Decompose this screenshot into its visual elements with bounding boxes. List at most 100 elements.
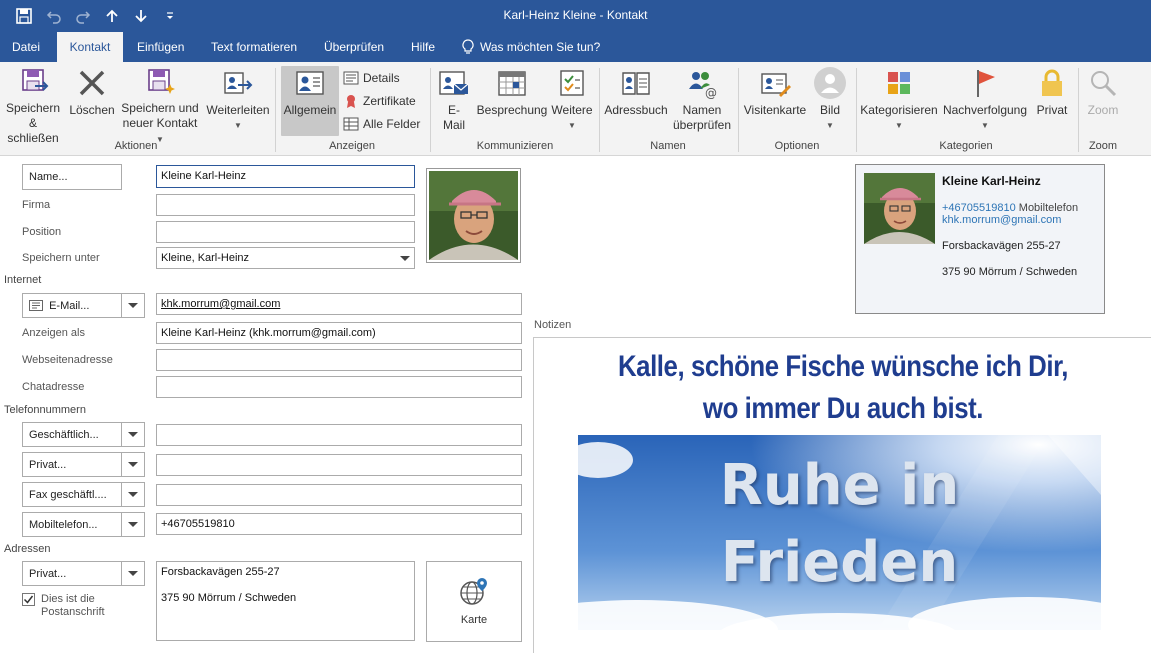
address-field[interactable]: Forsbackavägen 255-27 375 90 Mörrum / Sc… — [156, 561, 415, 641]
save-new-icon — [143, 66, 177, 98]
zoom-label: Zoom — [1087, 103, 1119, 117]
card-email[interactable]: khk.morrum@gmail.com — [942, 214, 1061, 226]
group-separator — [1078, 68, 1079, 152]
view-all-fields-button[interactable]: Alle Felder — [343, 114, 420, 134]
tab-text-formatieren[interactable]: Text formatieren — [201, 32, 307, 62]
company-label: Firma — [22, 199, 51, 211]
address-book-button[interactable]: Adressbuch — [603, 66, 669, 138]
address-type-dropdown[interactable] — [121, 561, 145, 586]
lightbulb-icon — [462, 39, 474, 55]
phone-private-button[interactable]: Privat... — [22, 452, 122, 477]
email-button[interactable]: E- Mail — [436, 66, 472, 138]
more-communicate-button[interactable]: Weitere ▼ — [549, 66, 595, 138]
phone-private-field[interactable] — [156, 454, 522, 476]
followup-button[interactable]: Nachverfolgung ▼ — [940, 66, 1030, 138]
notes-area[interactable]: Kalle, schöne Fische wünsche ich Dir, wo… — [533, 337, 1151, 653]
file-as-value: Kleine, Karl-Heinz — [161, 252, 250, 264]
meeting-label: Besprechung — [476, 103, 548, 117]
categorize-caret-icon: ▼ — [895, 121, 903, 130]
fax-business-field[interactable] — [156, 484, 522, 506]
display-as-label: Anzeigen als — [22, 327, 85, 339]
contact-card-icon — [293, 66, 327, 100]
more-communicate-caret-icon: ▼ — [568, 121, 576, 130]
forward-button[interactable]: Weiterleiten ▼ — [204, 66, 272, 138]
tab-datei[interactable]: Datei — [2, 32, 50, 62]
phone-business-button[interactable]: Geschäftlich... — [22, 422, 122, 447]
map-button[interactable]: Karte — [426, 561, 522, 642]
rip-sky-image[interactable]: Ruhe in Frieden — [578, 435, 1101, 630]
mobile-phone-button[interactable]: Mobiltelefon... — [22, 512, 122, 537]
file-as-select[interactable]: Kleine, Karl-Heinz — [156, 247, 415, 269]
business-card-preview[interactable]: Kleine Karl-Heinz +46705519810 Mobiltele… — [855, 164, 1105, 314]
display-as-field[interactable]: Kleine Karl-Heinz (khk.morrum@gmail.com) — [156, 322, 522, 344]
postal-address-checkbox[interactable] — [22, 593, 35, 606]
fax-business-button[interactable]: Fax geschäftl.... — [22, 482, 122, 507]
postal-address-label-line-2: Postanschrift — [41, 606, 105, 618]
email-type-dropdown[interactable] — [121, 293, 145, 318]
save-close-button[interactable]: Speichern & schließen — [2, 66, 64, 145]
chevron-down-icon — [128, 303, 138, 308]
chat-address-label: Chatadresse — [22, 381, 85, 393]
private-button[interactable]: Privat — [1032, 66, 1072, 138]
position-field[interactable] — [156, 221, 415, 243]
card-phone-row: +46705519810 Mobiltelefon — [942, 202, 1078, 214]
flag-icon — [968, 66, 1002, 100]
view-general-button[interactable]: Allgemein — [281, 66, 339, 136]
view-certificates-button[interactable]: Zertifikate — [343, 91, 416, 111]
tab-ueberpruefen[interactable]: Überprüfen — [314, 32, 394, 62]
contact-photo[interactable] — [426, 168, 521, 263]
tab-kontakt[interactable]: Kontakt — [57, 32, 123, 62]
address-type-button[interactable]: Privat... — [22, 561, 122, 586]
tell-me-search[interactable]: Was möchten Sie tun? — [452, 32, 610, 62]
zoom-button[interactable]: Zoom — [1082, 66, 1124, 138]
phone-business-dropdown[interactable] — [121, 422, 145, 447]
group-label-namen: Namen — [650, 140, 686, 152]
save-close-icon — [16, 66, 50, 98]
view-details-button[interactable]: Details — [343, 68, 400, 88]
full-name-field[interactable]: Kleine Karl-Heinz — [156, 165, 415, 188]
chevron-down-icon — [128, 522, 138, 527]
notes-label: Notizen — [534, 319, 572, 331]
web-address-field[interactable] — [156, 349, 522, 371]
card-phone-type: Mobiltelefon — [1018, 202, 1079, 214]
map-label: Karte — [460, 614, 488, 626]
fax-business-dropdown[interactable] — [121, 482, 145, 507]
delete-button[interactable]: Löschen — [68, 66, 116, 138]
chevron-down-icon — [128, 571, 138, 576]
mobile-phone-field[interactable]: +46705519810 — [156, 513, 522, 535]
picture-button[interactable]: Bild ▼ — [810, 66, 850, 138]
phone-business-field[interactable] — [156, 424, 522, 446]
card-phone[interactable]: +46705519810 — [942, 202, 1016, 214]
check-names-label-1: Namen — [682, 103, 722, 117]
forward-label: Weiterleiten — [206, 103, 270, 117]
meeting-button[interactable]: Besprechung — [475, 66, 549, 138]
save-new-button[interactable]: Speichern und neuer Kontakt ▼ — [118, 66, 202, 144]
email-field[interactable]: khk.morrum@gmail.com — [156, 293, 522, 315]
card-name: Kleine Karl-Heinz — [942, 174, 1041, 188]
private-label: Privat — [1036, 103, 1068, 117]
group-label-kommunizieren: Kommunizieren — [476, 140, 554, 152]
file-as-label: Speichern unter — [22, 252, 100, 264]
delete-label: Löschen — [69, 103, 115, 117]
details-label: Details — [363, 71, 400, 85]
email-icon — [437, 66, 471, 100]
email-label-2: Mail — [442, 118, 465, 132]
check-names-button[interactable]: @ Namen überprüfen — [670, 66, 734, 138]
mobile-phone-dropdown[interactable] — [121, 512, 145, 537]
checkmark-icon — [23, 595, 34, 604]
business-card-button[interactable]: Visitenkarte — [742, 66, 808, 138]
picture-label: Bild — [819, 103, 840, 117]
categorize-button[interactable]: Kategorisieren ▼ — [860, 66, 938, 138]
title-bar: Karl-Heinz Kleine - Kontakt — [0, 0, 1151, 32]
company-field[interactable] — [156, 194, 415, 216]
full-name-button[interactable]: Name... — [22, 164, 122, 190]
email-type-button[interactable]: E-Mail... — [22, 293, 122, 318]
certificates-label: Zertifikate — [363, 94, 416, 108]
chevron-down-icon — [128, 492, 138, 497]
tab-hilfe[interactable]: Hilfe — [401, 32, 445, 62]
ribbon: Speichern & schließen Löschen Speichern … — [0, 62, 1151, 156]
tab-einfuegen[interactable]: Einfügen — [127, 32, 194, 62]
chat-address-field[interactable] — [156, 376, 522, 398]
save-new-label-1: Speichern und — [121, 101, 199, 115]
phone-private-dropdown[interactable] — [121, 452, 145, 477]
